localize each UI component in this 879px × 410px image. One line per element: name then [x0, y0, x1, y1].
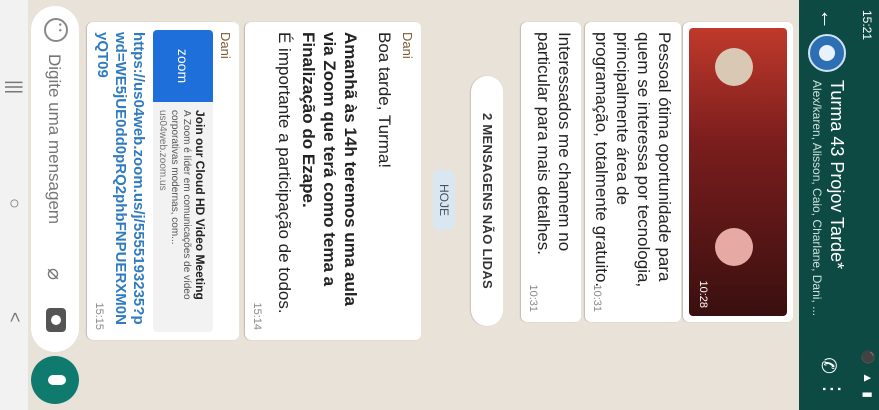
message-text: Interessados me chamem no particular par…: [534, 32, 574, 256]
status-icons: ⚫ ▲ ▮: [861, 349, 875, 400]
message-text: Pessoal ótima oportunidade para quem se …: [592, 32, 674, 288]
preview-title: Join our Cloud HD Video Meeting: [193, 110, 207, 300]
message-time: 15:14: [251, 302, 263, 330]
message-input[interactable]: [39, 52, 69, 256]
image-message[interactable]: 10:28: [683, 22, 793, 322]
back-button[interactable]: <: [4, 312, 25, 323]
shared-image[interactable]: [689, 28, 787, 316]
sender-name: Dani: [218, 32, 233, 59]
message-time: 15:15: [93, 302, 105, 330]
phone-screen: 15:21 ⚫ ▲ ▮ ← Turma 43 Projov Tarde* Ale…: [0, 0, 879, 410]
group-avatar[interactable]: [808, 34, 846, 72]
mic-button[interactable]: [31, 356, 79, 404]
message-time: 10:31: [527, 284, 539, 312]
message-composer: ⌀: [31, 6, 79, 352]
add-call-icon[interactable]: ✆: [816, 357, 841, 374]
link-message[interactable]: Dani zoom Join our Cloud HD Video Meetin…: [87, 22, 239, 340]
date-chip: HOJE: [433, 170, 455, 230]
message-text-bold: Amanhã às 14h teremos uma aula via Zoom …: [299, 32, 360, 307]
message-text: É importante a participação de todos.: [275, 32, 294, 314]
text-message[interactable]: Interessados me chamem no particular par…: [521, 22, 581, 322]
meeting-link[interactable]: https://us04web.zoom.us/j/5555193235?pwd…: [93, 32, 147, 332]
message-text: Boa tarde, Turma!: [375, 32, 394, 169]
status-time: 15:21: [860, 10, 874, 41]
image-figure: [715, 228, 753, 266]
message-list[interactable]: 10:28 Pessoal ótima oportunidade para qu…: [35, 0, 799, 410]
attach-icon[interactable]: ⌀: [42, 268, 67, 280]
message-time: 10:28: [697, 280, 709, 308]
preview-description: A Zoom é líder em comunicações de vídeo …: [169, 110, 192, 300]
back-arrow-icon[interactable]: ←: [815, 8, 841, 30]
preview-domain: us04web.zoom.us: [157, 110, 168, 191]
home-button[interactable]: ○: [4, 198, 25, 209]
group-title[interactable]: Turma 43 Projov Tarde*: [826, 80, 847, 269]
emoji-icon[interactable]: [44, 18, 68, 42]
mic-icon: [48, 375, 66, 385]
camera-icon[interactable]: [46, 308, 66, 332]
image-figure: [715, 48, 753, 86]
text-message[interactable]: Pessoal ótima oportunidade para quem se …: [585, 22, 681, 322]
group-members[interactable]: Alex/karen, Alisson, Caio, Charlane, Dan…: [810, 80, 824, 330]
link-preview-card[interactable]: zoom Join our Cloud HD Video Meeting A Z…: [153, 30, 213, 332]
unread-divider: 2 MENSAGENS NÃO LIDAS: [471, 76, 503, 326]
text-message[interactable]: Dani Boa tarde, Turma! Amanhã às 14h ter…: [245, 22, 421, 340]
chat-header: ← Turma 43 Projov Tarde* Alex/karen, Ali…: [799, 0, 855, 410]
message-time: 10:31: [591, 284, 603, 312]
more-vertical-icon[interactable]: ⋮: [820, 378, 845, 400]
zoom-logo: zoom: [153, 30, 213, 102]
recent-apps-button[interactable]: |||: [4, 80, 25, 94]
sender-name: Dani: [400, 32, 415, 59]
status-bar: 15:21 ⚫ ▲ ▮: [855, 0, 879, 410]
system-nav-bar: ||| ○ <: [0, 0, 28, 410]
screen: 15:21 ⚫ ▲ ▮ ← Turma 43 Projov Tarde* Ale…: [0, 0, 879, 410]
